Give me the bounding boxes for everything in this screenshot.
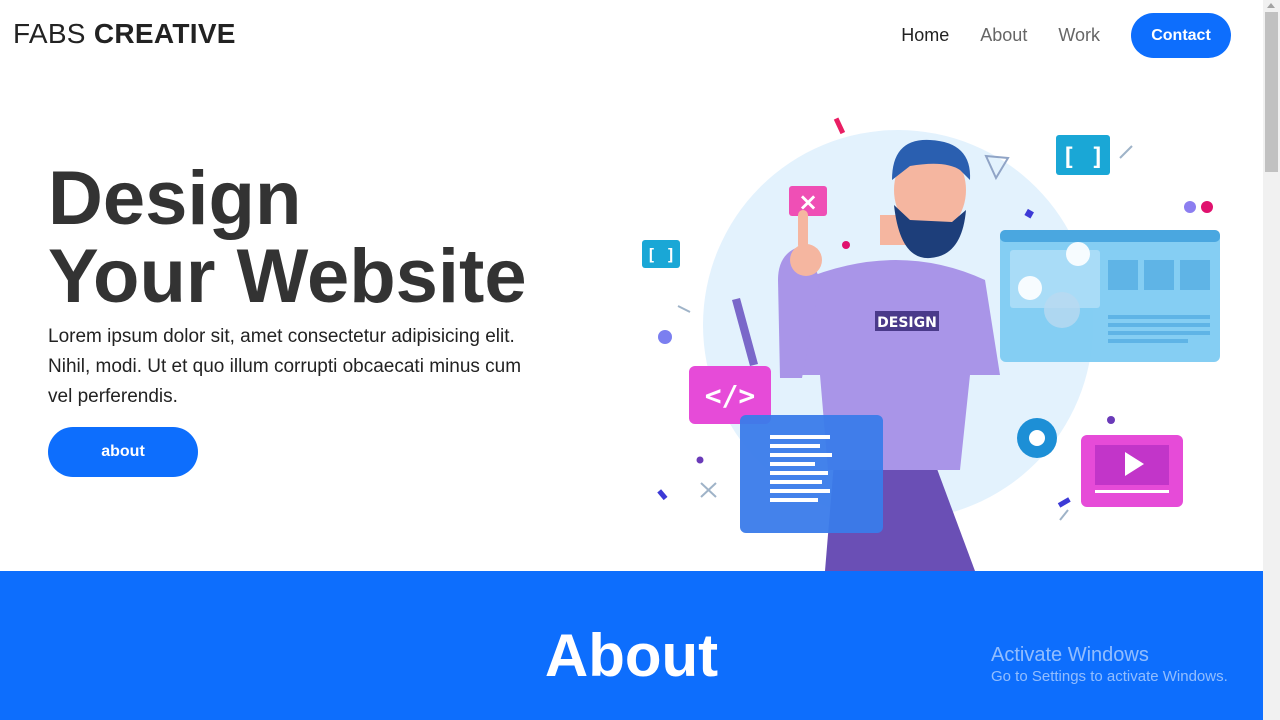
hero-title: Design Your Website [48, 160, 527, 316]
svg-text:[ ]: [ ] [1061, 143, 1104, 171]
about-section: About [0, 571, 1263, 720]
hero-title-line2: Your Website [48, 234, 527, 319]
nav-work-link[interactable]: Work [1058, 25, 1100, 46]
dot [1184, 201, 1196, 213]
nav-about-link[interactable]: About [980, 25, 1027, 46]
svg-text:</>: </> [705, 379, 756, 412]
code-bracket-icon: [ ] [1056, 135, 1110, 175]
confetti-line [677, 305, 691, 313]
svg-text:[ ]: [ ] [647, 245, 676, 264]
confetti-line [1059, 509, 1069, 521]
confetti [657, 489, 668, 501]
document-card [740, 415, 883, 533]
shirt-design-text: DESIGN [877, 315, 937, 331]
vertical-scrollbar[interactable] [1263, 0, 1280, 720]
nav-home-link[interactable]: Home [901, 25, 949, 46]
hero-title-line1: Design [48, 156, 302, 241]
code-bracket-icon-small: [ ] [642, 240, 680, 268]
main-nav: Home About Work Contact [870, 13, 1231, 58]
site-header: FABS CREATIVE Home About Work Contact [0, 0, 1263, 72]
dot [1107, 416, 1115, 424]
dot [696, 456, 704, 464]
about-title: About [544, 622, 719, 689]
confetti-line [1119, 145, 1133, 159]
logo-bold-text: CREATIVE [93, 18, 236, 49]
gear-icon [1017, 418, 1057, 458]
logo[interactable]: FABS CREATIVE [13, 18, 236, 50]
about-button[interactable]: about [48, 427, 198, 477]
contact-button[interactable]: Contact [1131, 13, 1231, 58]
page: FABS CREATIVE Home About Work Contact De… [0, 0, 1263, 720]
hero-description: Lorem ipsum dolor sit, amet consectetur … [48, 326, 522, 407]
browser-window-card [1000, 230, 1220, 362]
hero-illustration: [ ] [ ] × </> DESIGN [642, 117, 1220, 571]
confetti [833, 117, 846, 135]
logo-light-text: FABS [13, 18, 86, 49]
dot [1201, 201, 1213, 213]
confetti [1057, 497, 1071, 508]
video-player-icon [1081, 435, 1183, 507]
dot [658, 330, 672, 344]
dot [842, 241, 850, 249]
close-card-icon: × [789, 186, 827, 216]
scroll-up-arrow-icon[interactable] [1267, 3, 1275, 8]
scrollbar-thumb[interactable] [1265, 12, 1278, 172]
